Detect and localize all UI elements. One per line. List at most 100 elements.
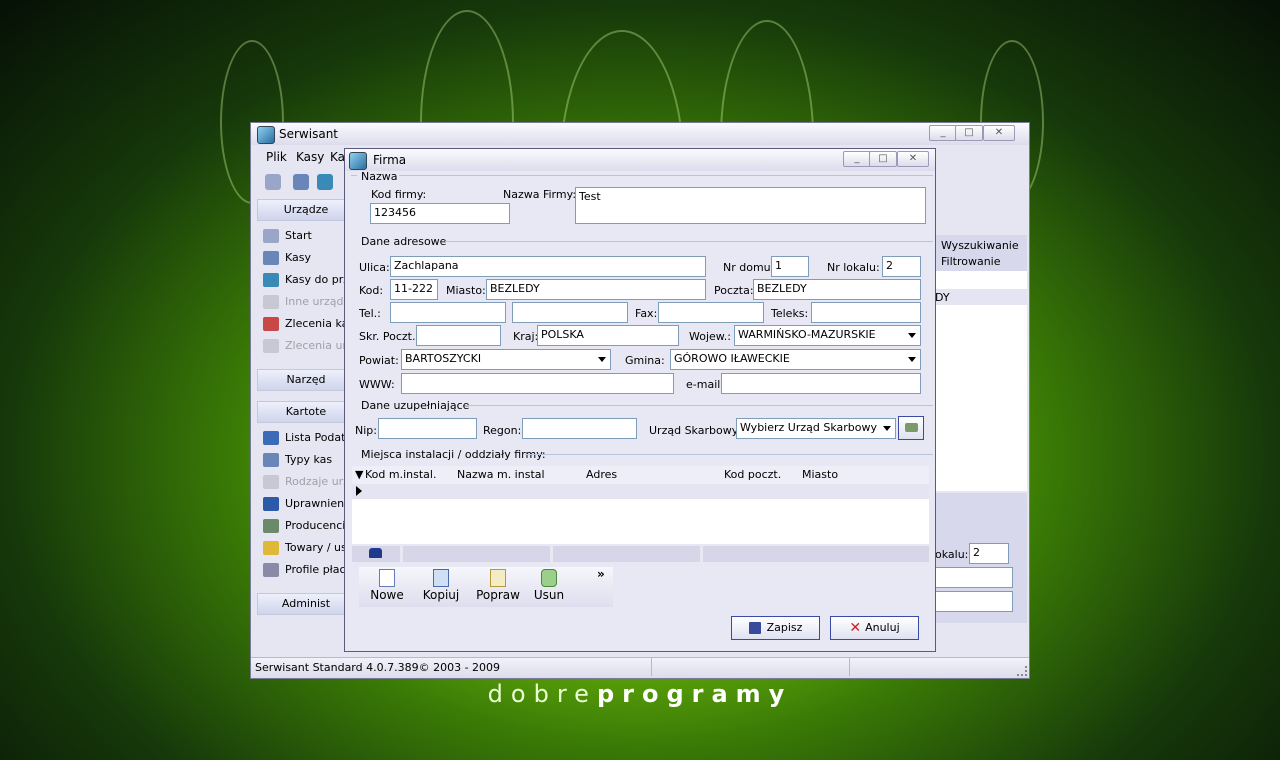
- tel-field[interactable]: [390, 302, 506, 323]
- cash-register-icon[interactable]: [293, 174, 309, 190]
- fax-field[interactable]: [658, 302, 764, 323]
- table-row[interactable]: [352, 484, 929, 499]
- urzad-skarbowy-select[interactable]: Wybierz Urząd Skarbowy: [736, 418, 896, 439]
- wojewodztwo-label: Wojew.:: [689, 330, 731, 343]
- home-icon[interactable]: [265, 174, 281, 190]
- col-miasto[interactable]: Miasto: [802, 468, 838, 481]
- zapisz-button[interactable]: Zapisz: [731, 616, 820, 640]
- skr-poczt-label: Skr. Poczt.:: [359, 330, 420, 343]
- miasto-field[interactable]: BEZLEDY: [486, 279, 706, 300]
- sidebar-item-kasy-do-przegladu[interactable]: Kasy do prz: [263, 271, 349, 289]
- adres-group-title: Dane adresowe: [361, 235, 447, 248]
- recycle-bin-icon: [541, 569, 557, 587]
- nr-domu-field[interactable]: 1: [771, 256, 809, 277]
- kraj-field[interactable]: POLSKA: [537, 325, 679, 346]
- dialog-minimize-button[interactable]: _: [843, 151, 871, 167]
- save-icon: [748, 622, 761, 634]
- popraw-button[interactable]: Popraw: [473, 567, 523, 607]
- nr-lokalu-label: okalu:: [935, 548, 969, 561]
- search-tab[interactable]: Wyszukiwanie: [941, 239, 1019, 252]
- sidebar-item-zlecenia-kasy[interactable]: Zlecenia ka: [263, 315, 348, 333]
- powiat-label: Powiat:: [359, 354, 399, 367]
- sidebar-header-kartoteki[interactable]: Kartote: [257, 401, 355, 423]
- scale-icon: [263, 475, 279, 489]
- profile-icon: [263, 563, 279, 577]
- nazwa-group-title: Nazwa: [361, 170, 398, 183]
- sidebar-item-start[interactable]: Start: [263, 227, 312, 245]
- sidebar-item-producenci[interactable]: Producenci: [263, 517, 345, 535]
- col-nazwa-m-instal[interactable]: Nazwa m. instal: [457, 468, 545, 481]
- close-button[interactable]: ✕: [983, 125, 1015, 141]
- sidebar-header-urzadzenia[interactable]: Urządze: [257, 199, 355, 221]
- menu-ka[interactable]: Ka: [330, 150, 345, 164]
- col-adres[interactable]: Adres: [586, 468, 617, 481]
- regon-label: Regon:: [483, 424, 522, 437]
- filter-tab[interactable]: Filtrowanie: [941, 255, 1001, 268]
- order-icon: [263, 317, 279, 331]
- ulica-field[interactable]: Zachlapana: [390, 256, 706, 277]
- sidebar-item-typy-kas[interactable]: Typy kas: [263, 451, 332, 469]
- status-text: Serwisant Standard 4.0.7.389© 2003 - 200…: [255, 661, 501, 674]
- www-label: WWW:: [359, 378, 395, 391]
- minimize-button[interactable]: _: [929, 125, 957, 141]
- row-pointer-icon: [356, 486, 362, 496]
- firma-dialog: Firma _ □ ✕ Nazwa Kod firmy: 123456 Nazw…: [344, 148, 936, 652]
- dialog-maximize-button[interactable]: □: [869, 151, 897, 167]
- sidebar-item-kasy[interactable]: Kasy: [263, 249, 311, 267]
- dialog-close-button[interactable]: ✕: [897, 151, 929, 167]
- menu-bar: Plik Kasy Ka: [251, 147, 351, 167]
- sidebar-item-profile-placowek[interactable]: Profile płac: [263, 561, 346, 579]
- details-field-2[interactable]: [935, 591, 1013, 612]
- dialog-title: Firma: [373, 153, 407, 167]
- dialog-icon: [349, 152, 367, 170]
- miasto-label: Miasto:: [446, 284, 486, 297]
- regon-field[interactable]: [522, 418, 637, 439]
- nowe-button[interactable]: Nowe: [365, 567, 409, 607]
- details-field-1[interactable]: [935, 567, 1013, 588]
- teleks-field[interactable]: [811, 302, 921, 323]
- kopiuj-button[interactable]: Kopiuj: [419, 567, 463, 607]
- dialog-titlebar: Firma _ □ ✕: [345, 149, 935, 171]
- kod-firmy-field[interactable]: 123456: [370, 203, 510, 224]
- urzad-skarbowy-label: Urząd Skarbowy:: [649, 424, 742, 437]
- sidebar-item-inne-urzadzenia: Inne urządz: [263, 293, 349, 311]
- col-kod-m-instal[interactable]: Kod m.instal.: [365, 468, 436, 481]
- cancel-icon: ✕: [849, 620, 862, 636]
- www-field[interactable]: [401, 373, 674, 394]
- nr-lokalu-field[interactable]: 2: [882, 256, 921, 277]
- col-kod-poczt[interactable]: Kod poczt.: [724, 468, 781, 481]
- cash-register-icon: [263, 251, 279, 265]
- skr-poczt-field[interactable]: [416, 325, 501, 346]
- maximize-button[interactable]: □: [955, 125, 983, 141]
- sidebar-item-lista-podatnikow[interactable]: Lista Podatn: [263, 429, 352, 447]
- sidebar-item-towary-uslugi[interactable]: Towary / us: [263, 539, 347, 557]
- kod-pocztowy-field[interactable]: 11-222: [390, 279, 438, 300]
- resize-grip[interactable]: [1017, 666, 1027, 676]
- grid-header: [352, 466, 929, 484]
- gmina-select[interactable]: GÓROWO IŁAWECKIE: [670, 349, 921, 370]
- poczta-field[interactable]: BEZLEDY: [753, 279, 921, 300]
- email-field[interactable]: [721, 373, 921, 394]
- toolbar-more-icon[interactable]: »: [597, 567, 605, 581]
- nip-field[interactable]: [378, 418, 477, 439]
- sidebar-item-rodzaje-urzadzen: Rodzaje urz: [263, 473, 349, 491]
- nr-lokalu-field[interactable]: 2: [969, 543, 1009, 564]
- sidebar-item-zlecenia-urzadzenia: Zlecenia ur: [263, 337, 347, 355]
- nazwa-firmy-field[interactable]: Test: [575, 187, 926, 224]
- search-register-icon[interactable]: [317, 174, 333, 190]
- tel2-field[interactable]: [512, 302, 628, 323]
- tel-label: Tel.:: [359, 307, 381, 320]
- right-panel: Wyszukiwanie Filtrowanie DY okalu: 2: [935, 197, 1027, 657]
- usun-button[interactable]: Usun: [527, 567, 571, 607]
- anuluj-button[interactable]: ✕ Anuluj: [830, 616, 919, 640]
- factory-icon: [263, 519, 279, 533]
- urzad-skarbowy-lookup-button[interactable]: [898, 416, 924, 440]
- menu-kasy[interactable]: Kasy: [296, 150, 324, 164]
- email-label: e-mail:: [686, 378, 725, 391]
- menu-plik[interactable]: Plik: [266, 150, 287, 164]
- sidebar-item-uprawnienia[interactable]: Uprawnienia: [263, 495, 354, 513]
- wojewodztwo-select[interactable]: WARMIŃSKO-MAZURSKIE: [734, 325, 921, 346]
- sidebar-header-administracja[interactable]: Administ: [257, 593, 355, 615]
- powiat-select[interactable]: BARTOSZYCKI: [401, 349, 611, 370]
- sidebar-header-narzedzia[interactable]: Narzęd: [257, 369, 355, 391]
